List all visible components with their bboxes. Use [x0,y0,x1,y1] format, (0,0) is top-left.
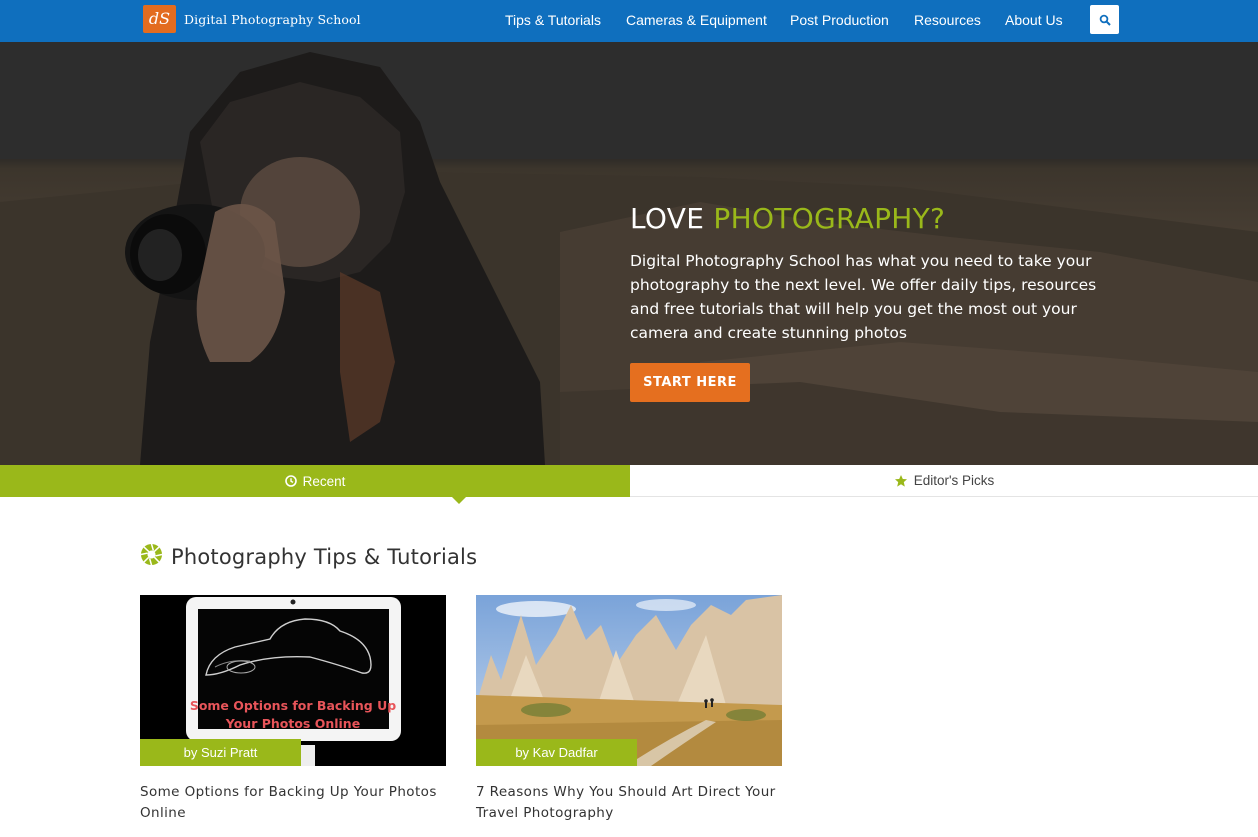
nav-tips-tutorials[interactable]: Tips & Tutorials [505,12,601,28]
nav-about-us[interactable]: About Us [1005,12,1063,28]
thumbnail-caption: Some Options for Backing Up Your Photos … [140,697,446,733]
tab-recent[interactable]: Recent [0,465,630,504]
hero-title-accent: PHOTOGRAPHY? [713,202,946,235]
article-card: Some Options for Backing Up Your Photos … [140,595,446,824]
content-tabs: Recent Editor's Picks [0,465,1258,504]
tab-editors-picks[interactable]: Editor's Picks [630,465,1258,497]
top-navbar: dS Digital Photography School Tips & Tut… [0,0,1258,42]
nav-post-production[interactable]: Post Production [790,12,889,28]
site-logo[interactable]: dS Digital Photography School [143,5,361,33]
nav-resources[interactable]: Resources [914,12,981,28]
tab-editors-picks-label: Editor's Picks [913,473,995,488]
photographer-silhouette [125,52,545,465]
site-name: Digital Photography School [184,11,361,27]
logo-mark: dS [143,5,176,33]
search-button[interactable] [1090,5,1119,34]
article-thumbnail[interactable]: by Kav Dadfar [476,595,782,766]
nav-cameras-equipment[interactable]: Cameras & Equipment [626,12,767,28]
article-title[interactable]: 7 Reasons Why You Should Art Direct Your… [476,782,782,824]
section-title: Photography Tips & Tutorials [171,544,478,569]
hero-title: LOVE PHOTOGRAPHY? [630,202,1130,236]
tab-recent-label: Recent [302,473,346,489]
article-title[interactable]: Some Options for Backing Up Your Photos … [140,782,446,824]
search-icon [1099,14,1111,26]
thumbnail-caption-line1: Some Options for Backing Up [189,698,397,713]
hero-title-plain: LOVE [630,202,705,235]
start-here-button[interactable]: START HERE [630,363,750,402]
hero-description: Digital Photography School has what you … [630,252,1097,342]
article-thumbnail[interactable]: Some Options for Backing Up Your Photos … [140,595,446,766]
thumbnail-caption-line2: Your Photos Online [225,716,361,731]
hero-banner: LOVE PHOTOGRAPHY? Digital Photography Sc… [0,42,1258,465]
article-card: by Kav Dadfar 7 Reasons Why You Should A… [476,595,782,824]
author-badge: by Kav Dadfar [476,739,637,766]
clock-icon [284,475,297,487]
author-badge: by Suzi Pratt [140,739,301,766]
aperture-icon [140,543,163,570]
section-header: Photography Tips & Tutorials [140,543,477,570]
star-icon [894,474,908,488]
hero-content: LOVE PHOTOGRAPHY? Digital Photography Sc… [630,202,1130,345]
